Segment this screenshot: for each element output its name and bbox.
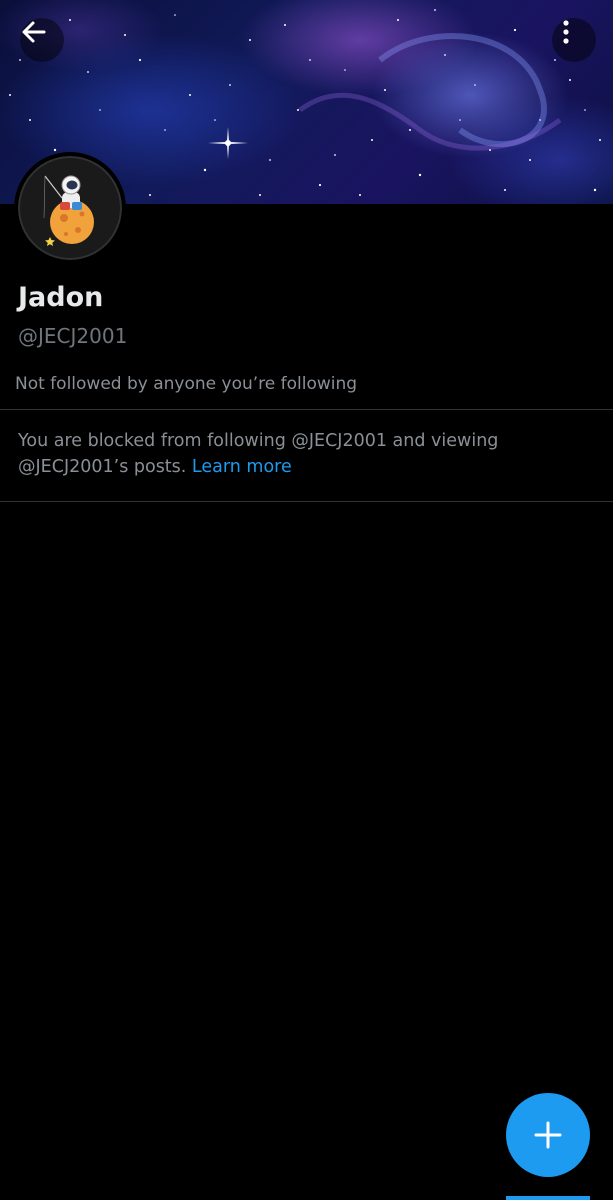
compose-post-button[interactable] bbox=[506, 1093, 590, 1177]
blocked-notice: You are blocked from following @JECJ2001… bbox=[18, 428, 578, 480]
display-name: Jadon bbox=[18, 282, 104, 313]
astronaut-on-planet-avatar bbox=[43, 175, 94, 246]
followed-by-text: Not followed by anyone you’re following bbox=[15, 374, 358, 394]
sparkle-star bbox=[208, 127, 248, 159]
back-button[interactable] bbox=[20, 18, 64, 62]
more-options-button[interactable] bbox=[552, 18, 596, 62]
learn-more-link[interactable]: Learn more bbox=[192, 457, 292, 477]
avatar[interactable] bbox=[14, 152, 126, 264]
vertical-ellipsis-icon bbox=[563, 20, 569, 44]
divider bbox=[0, 409, 613, 410]
user-handle: @JECJ2001 bbox=[18, 324, 128, 348]
plus-icon bbox=[534, 1121, 562, 1149]
avatar-image bbox=[18, 156, 122, 260]
bottom-accent-bar bbox=[506, 1196, 590, 1200]
divider bbox=[0, 501, 613, 502]
arrow-left-icon bbox=[22, 21, 46, 43]
